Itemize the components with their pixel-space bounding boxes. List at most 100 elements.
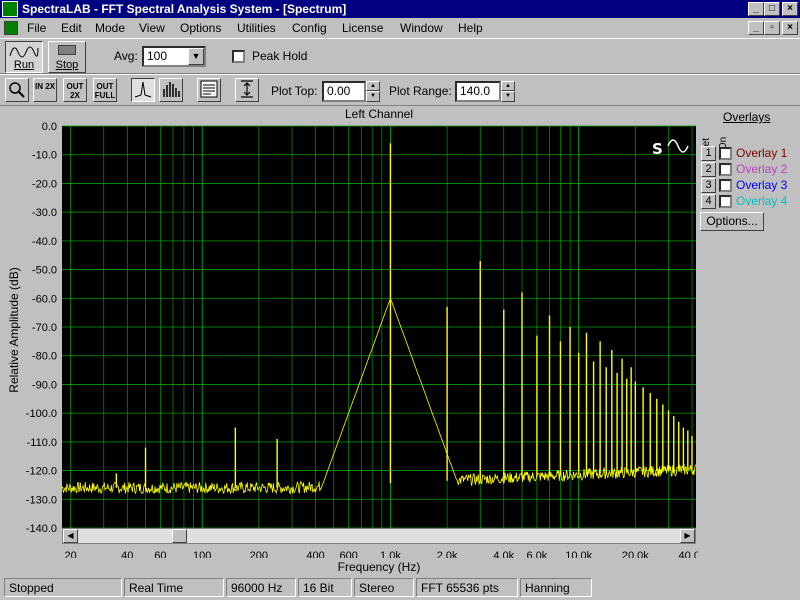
child-close-button[interactable]: × xyxy=(782,21,798,35)
x-tick-label: 20.0k xyxy=(622,550,649,558)
close-button[interactable]: × xyxy=(782,2,798,16)
y-tick-label: -100.0 xyxy=(26,408,57,420)
spectrum-plot-panel: Left Channel Relative Amplitude (dB) 0.0… xyxy=(0,106,698,576)
overlay-options-button[interactable]: Options... xyxy=(700,212,764,231)
spectralab-logo-icon: S xyxy=(652,140,663,158)
maximize-button[interactable]: □ xyxy=(764,2,780,16)
main-toolbar: Run Stop Avg: 100 ▼ Peak Hold xyxy=(0,38,800,74)
status-channels: Stereo xyxy=(354,578,414,597)
plot-top-up-button[interactable]: ▲ xyxy=(366,81,380,91)
x-tick-label: 20 xyxy=(64,550,76,558)
x-tick-label: 400 xyxy=(306,550,324,558)
y-tick-label: -130.0 xyxy=(26,494,57,506)
peak-hold-checkbox[interactable] xyxy=(232,50,245,63)
zoom-out-icon: OUT 2X xyxy=(66,82,84,100)
menu-file[interactable]: File xyxy=(27,21,46,35)
y-tick-label: -10.0 xyxy=(32,150,57,162)
zoom-out-2x-button[interactable]: OUT 2X xyxy=(63,78,87,102)
window-title: SpectraLAB - FFT Spectral Analysis Syste… xyxy=(22,2,347,16)
peak-hold-label: Peak Hold xyxy=(252,49,308,63)
y-tick-label: -140.0 xyxy=(26,523,57,535)
menu-view[interactable]: View xyxy=(139,21,165,35)
overlay-4-label: Overlay 4 xyxy=(736,194,788,208)
status-window: Hanning xyxy=(520,578,592,597)
line-plot-button[interactable] xyxy=(131,78,155,102)
status-mode: Real Time xyxy=(124,578,224,597)
bar-plot-icon xyxy=(163,82,180,97)
x-tick-label: 40.0k xyxy=(679,550,698,558)
child-restore-button[interactable]: ▫ xyxy=(764,21,780,35)
document-icon[interactable] xyxy=(4,21,18,35)
stop-icon xyxy=(58,45,76,55)
y-tick-label: -80.0 xyxy=(32,351,57,363)
x-tick-label: 200 xyxy=(250,550,268,558)
plot-range-up-button[interactable]: ▲ xyxy=(501,81,515,91)
stop-button[interactable]: Stop xyxy=(48,41,86,73)
menu-window[interactable]: Window xyxy=(400,21,443,35)
magnifier-icon xyxy=(9,82,25,98)
waveform-icon xyxy=(9,46,39,58)
y-tick-label: -30.0 xyxy=(32,207,57,219)
overlays-panel: Overlays Set On 1 Overlay 1 2 Overlay 2 … xyxy=(698,106,800,576)
menu-edit[interactable]: Edit xyxy=(61,21,82,35)
status-fft-size: FFT 65536 pts xyxy=(416,578,518,597)
app-icon[interactable] xyxy=(2,1,18,17)
spectrum-chart[interactable]: 0.0 -10.0 -20.0 -30.0 -40.0 -50.0 -60.0 -70.0 -8… xyxy=(0,106,698,558)
menu-config[interactable]: Config xyxy=(292,21,327,35)
run-button[interactable]: Run xyxy=(5,41,43,73)
scroll-right-button[interactable]: ▶ xyxy=(680,529,695,543)
y-tick-label: -60.0 xyxy=(32,293,57,305)
status-state: Stopped xyxy=(4,578,122,597)
overlay-2-set-button[interactable]: 2 xyxy=(701,162,716,177)
x-tick-label: 40 xyxy=(121,550,133,558)
menu-bar: File Edit Mode View Options Utilities Co… xyxy=(0,18,800,38)
plot-toolbar: IN 2X OUT 2X OUT FULL Plot Top: 0.00 ▲ ▼… xyxy=(0,74,800,106)
x-axis-title: Frequency (Hz) xyxy=(337,560,421,574)
menu-utilities[interactable]: Utilities xyxy=(237,21,276,35)
zoom-in-2x-button[interactable]: IN 2X xyxy=(33,78,57,102)
overlay-2-checkbox[interactable] xyxy=(719,163,732,176)
y-tick-label: -120.0 xyxy=(26,466,57,478)
properties-icon xyxy=(200,80,218,98)
y-tick-label: -110.0 xyxy=(27,437,57,449)
menu-options[interactable]: Options xyxy=(180,21,221,35)
y-tick-label: -70.0 xyxy=(32,322,57,334)
stop-label: Stop xyxy=(55,59,79,71)
zoom-out-full-button[interactable]: OUT FULL xyxy=(93,78,117,102)
overlay-2-label: Overlay 2 xyxy=(736,162,788,176)
zoom-button[interactable] xyxy=(5,78,29,102)
line-plot-icon xyxy=(134,81,152,98)
overlay-4-set-button[interactable]: 4 xyxy=(701,194,716,209)
autoscale-button[interactable] xyxy=(235,78,259,102)
plot-top-down-button[interactable]: ▼ xyxy=(366,91,380,102)
menu-help[interactable]: Help xyxy=(458,21,483,35)
overlay-3-label: Overlay 3 xyxy=(736,178,788,192)
menu-license[interactable]: License xyxy=(342,21,383,35)
title-bar: SpectraLAB - FFT Spectral Analysis Syste… xyxy=(0,0,800,18)
minimize-button[interactable]: _ xyxy=(748,2,764,16)
autoscale-icon xyxy=(241,80,253,98)
x-tick-label: 10.0k xyxy=(565,550,592,558)
scroll-thumb[interactable] xyxy=(171,529,187,543)
plot-range-down-button[interactable]: ▼ xyxy=(501,91,515,102)
overlay-1-checkbox[interactable] xyxy=(719,147,732,160)
plot-properties-button[interactable] xyxy=(197,78,221,102)
scroll-left-button[interactable]: ◀ xyxy=(63,529,78,543)
overlay-3-set-button[interactable]: 3 xyxy=(701,178,716,193)
overlay-1-set-button[interactable]: 1 xyxy=(701,146,716,161)
menu-mode[interactable]: Mode xyxy=(95,21,125,35)
y-tick-label: -90.0 xyxy=(32,379,57,391)
status-sample-rate: 96000 Hz xyxy=(226,578,296,597)
overlay-4-checkbox[interactable] xyxy=(719,195,732,208)
bar-plot-button[interactable] xyxy=(159,78,183,102)
y-tick-label: -20.0 xyxy=(32,178,57,190)
overlay-3-checkbox[interactable] xyxy=(719,179,732,192)
frequency-scrollbar[interactable]: ◀ ▶ xyxy=(62,528,696,544)
plot-top-input[interactable]: 0.00 xyxy=(322,81,366,102)
plot-range-input[interactable]: 140.0 xyxy=(455,81,501,102)
avg-dropdown-button[interactable]: ▼ xyxy=(188,48,204,65)
x-tick-label: 100 xyxy=(193,550,211,558)
avg-value: 100 xyxy=(147,49,168,63)
y-tick-label: -50.0 xyxy=(32,265,57,277)
child-minimize-button[interactable]: _ xyxy=(748,21,764,35)
